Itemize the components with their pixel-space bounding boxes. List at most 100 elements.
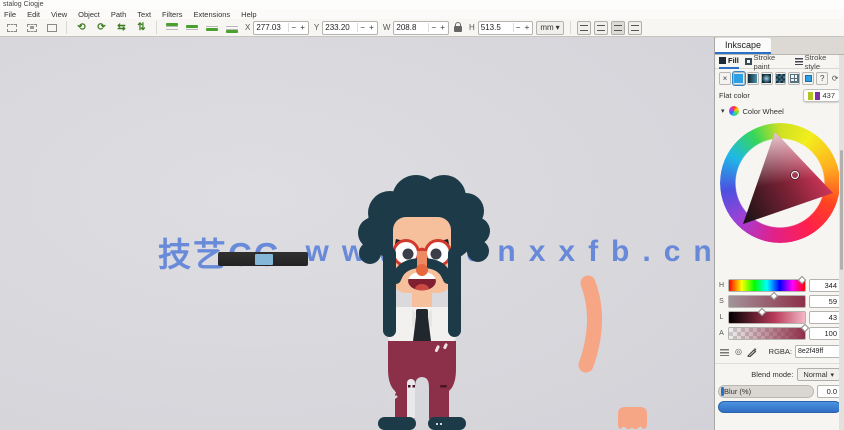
sliders-icon[interactable] <box>719 346 730 357</box>
menu-file[interactable]: File <box>4 10 16 19</box>
h-field[interactable]: 513.5− + <box>477 20 534 35</box>
panel-scrollbar-thumb[interactable] <box>840 150 843 270</box>
menu-help[interactable]: Help <box>241 10 256 19</box>
flip-vertical-button[interactable]: ⇅ <box>133 20 150 35</box>
menu-object[interactable]: Object <box>78 10 100 19</box>
blend-mode-label: Blend mode: <box>751 370 794 379</box>
tab-stroke-style[interactable]: Stroke style <box>795 53 840 71</box>
color-marker[interactable] <box>791 171 799 179</box>
paint-palette-button[interactable] <box>802 72 815 85</box>
flat-color-icon <box>734 74 744 83</box>
affect-move-toggle[interactable] <box>576 20 591 35</box>
lower-button[interactable] <box>203 20 220 35</box>
dropper-icon[interactable] <box>747 347 757 357</box>
hue-slider-row: H 344 <box>718 275 841 292</box>
rotate-ccw-button[interactable]: ⟲ <box>73 20 90 35</box>
paint-pattern-button[interactable] <box>774 72 787 85</box>
paint-unknown-button[interactable]: ? <box>816 72 829 85</box>
menu-path[interactable]: Path <box>111 10 126 19</box>
lightness-slider[interactable] <box>728 307 806 324</box>
alpha-slider-thumb[interactable] <box>800 323 810 333</box>
alpha-slider[interactable] <box>728 323 810 340</box>
blur-value[interactable]: 0.0 <box>817 385 841 398</box>
paint-linear-gradient-button[interactable] <box>746 72 759 85</box>
saturation-slider-thumb[interactable] <box>769 291 779 301</box>
h-field-label: H <box>468 23 475 32</box>
paint-flat-button[interactable] <box>731 71 746 86</box>
affect-corners-icon <box>613 24 622 31</box>
selection-toolbar: ⟲ ⟳ ⇆ ⇅ X 277.03− + Y 233.20− + W 208.8−… <box>0 19 844 37</box>
opacity-row <box>715 398 844 413</box>
alpha-value[interactable]: 100 <box>809 327 841 340</box>
lightness-slider-thumb[interactable] <box>757 307 766 317</box>
y-field[interactable]: 233.20− + <box>322 20 378 35</box>
select-all-button[interactable] <box>3 20 20 35</box>
opacity-slider-fill[interactable] <box>718 401 841 413</box>
saturation-slider[interactable] <box>728 291 806 308</box>
menu-view[interactable]: View <box>51 10 67 19</box>
rgba-input[interactable]: 8e2f49ff <box>795 345 841 358</box>
rgba-row: ◎ RGBA: 8e2f49ff <box>715 340 844 360</box>
affect-scale-toggle[interactable] <box>593 20 608 35</box>
rotate-cw-button[interactable]: ⟳ <box>93 20 110 35</box>
chevron-down-icon: ▾ <box>830 371 834 379</box>
affect-corners-toggle[interactable] <box>610 20 625 35</box>
menu-edit[interactable]: Edit <box>27 10 40 19</box>
w-field[interactable]: 208.8− + <box>393 20 449 35</box>
x-spinner[interactable]: − + <box>288 23 306 32</box>
hue-value[interactable]: 344 <box>809 279 841 292</box>
raise-to-top-icon <box>165 22 178 33</box>
y-spinner[interactable]: − + <box>357 23 375 32</box>
select-all-icon <box>6 23 17 32</box>
stroke-style-icon <box>795 58 803 65</box>
picker-select-row[interactable]: ▾ Color Wheel <box>715 104 844 117</box>
canvas-slider-bar[interactable] <box>218 252 308 266</box>
hue-slider[interactable] <box>728 275 806 292</box>
tab-stroke-paint[interactable]: Stroke paint <box>744 53 790 71</box>
panel-scrollbar[interactable] <box>839 55 844 430</box>
x-field[interactable]: 277.03− + <box>253 20 309 35</box>
paint-radial-gradient-button[interactable] <box>760 72 773 85</box>
drawing-canvas[interactable]: 技艺CG www.qdnxxfb.cn <box>0 37 714 430</box>
hand-shape[interactable] <box>614 404 650 430</box>
pattern-icon <box>776 74 785 83</box>
raise-to-top-button[interactable] <box>163 20 180 35</box>
raise-icon <box>185 22 198 33</box>
menu-text[interactable]: Text <box>137 10 151 19</box>
color-wheel-icon <box>728 106 739 116</box>
menu-extensions[interactable]: Extensions <box>193 10 230 19</box>
h-spinner[interactable]: − + <box>512 23 531 32</box>
raise-button[interactable] <box>183 20 200 35</box>
tab-fill[interactable]: Fill <box>719 55 739 69</box>
paint-swatch-button[interactable] <box>788 72 801 85</box>
lock-ratio-icon[interactable] <box>453 22 462 32</box>
chip-color-1 <box>808 91 814 100</box>
w-spinner[interactable]: − + <box>428 23 446 32</box>
lightness-value[interactable]: 43 <box>809 311 841 324</box>
units-dropdown[interactable]: mm ▾ <box>536 20 564 35</box>
hue-slider-thumb[interactable] <box>797 275 806 285</box>
blend-mode-dropdown[interactable]: Normal ▾ <box>797 368 840 381</box>
character-artwork[interactable] <box>350 173 518 430</box>
deselect-button[interactable] <box>43 20 60 35</box>
color-picker-icon[interactable]: ◎ <box>733 346 744 357</box>
saturation-value[interactable]: 59 <box>809 295 841 308</box>
hsla-sliders: H 344 S 59 L 43 A 100 <box>715 275 844 340</box>
radial-gradient-icon <box>762 74 772 83</box>
swatch-chip[interactable]: 437 <box>803 89 840 102</box>
chevron-down-icon: ▾ <box>721 108 725 115</box>
blur-slider[interactable]: Blur (%) <box>718 385 814 398</box>
lower-to-bottom-icon <box>225 22 238 33</box>
color-triangle[interactable] <box>720 123 840 243</box>
flip-horizontal-button[interactable]: ⇆ <box>113 20 130 35</box>
color-wheel-area[interactable] <box>715 117 844 275</box>
affect-gradient-toggle[interactable] <box>627 20 642 35</box>
affect-gradient-icon <box>630 24 639 31</box>
lower-to-bottom-button[interactable] <box>223 20 240 35</box>
arm-shape[interactable] <box>572 275 612 375</box>
canvas-slider-knob[interactable] <box>255 253 273 265</box>
menu-filters[interactable]: Filters <box>162 10 182 19</box>
paint-none-button[interactable]: × <box>719 72 731 85</box>
select-all-layers-button[interactable] <box>23 20 40 35</box>
blur-label: Blur (%) <box>724 387 752 396</box>
